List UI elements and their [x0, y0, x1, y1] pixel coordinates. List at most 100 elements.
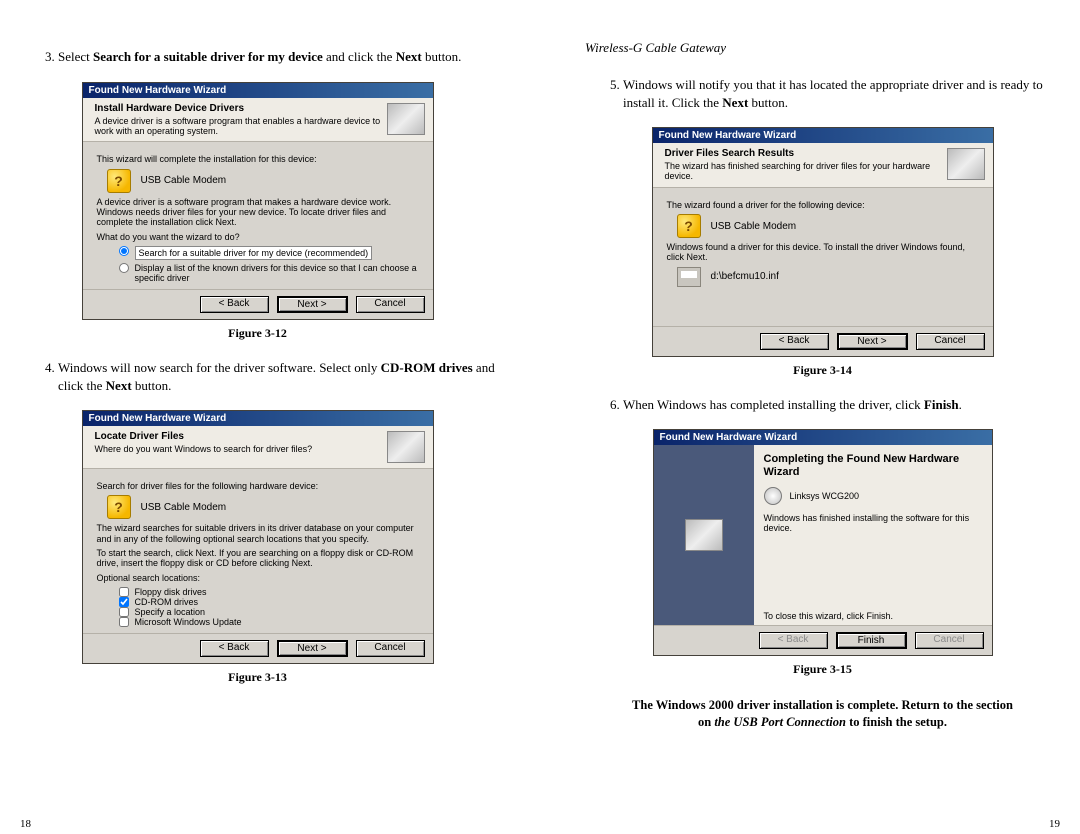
dialog-title: Found New Hardware Wizard	[653, 128, 993, 143]
device-name: USB Cable Modem	[711, 221, 797, 232]
banner-sub: The wizard has finished searching for dr…	[665, 161, 941, 182]
hardware-icon	[387, 103, 425, 135]
figure-caption: Figure 3-12	[20, 326, 495, 341]
checkbox-input[interactable]	[119, 597, 129, 607]
question-icon: ?	[107, 495, 131, 519]
banner-heading: Locate Driver Files	[95, 431, 381, 442]
dialog-fig-3-14: Found New Hardware Wizard Driver Files S…	[652, 127, 994, 356]
next-button[interactable]: Next >	[837, 333, 908, 350]
text-bold: Next	[106, 378, 132, 393]
question-icon: ?	[677, 214, 701, 238]
next-button[interactable]: Next >	[277, 296, 348, 313]
hardware-icon	[685, 519, 723, 551]
dialog-title: Found New Hardware Wizard	[654, 430, 992, 445]
text: To close this wizard, click Finish.	[764, 611, 982, 621]
note-text-italic: the USB Port Connection	[714, 715, 846, 729]
text: Select	[58, 49, 93, 64]
check-label: Floppy disk drives	[135, 587, 207, 597]
text: Windows has finished installing the soft…	[764, 513, 982, 533]
back-button[interactable]: < Back	[200, 296, 269, 313]
checkbox-input[interactable]	[119, 607, 129, 617]
radio-input[interactable]	[119, 263, 129, 273]
cancel-button[interactable]: Cancel	[356, 640, 425, 657]
running-header: Wireless-G Cable Gateway	[585, 40, 1060, 56]
check-label: Specify a location	[135, 607, 206, 617]
dialog-fig-3-15: Found New Hardware Wizard Completing the…	[653, 429, 993, 656]
dialog-banner: Locate Driver Files Where do you want Wi…	[83, 426, 433, 469]
wizard-side-graphic	[654, 445, 754, 625]
radio-search-driver[interactable]: Search for a suitable driver for my devi…	[119, 246, 419, 260]
text: Windows will now search for the driver s…	[58, 360, 381, 375]
check-label: Microsoft Windows Update	[135, 617, 242, 627]
dialog-title: Found New Hardware Wizard	[83, 411, 433, 426]
text: A device driver is a software program th…	[97, 197, 419, 228]
check-cdrom[interactable]: CD-ROM drives	[119, 597, 419, 607]
text-bold: Next	[722, 95, 748, 110]
banner-sub: Where do you want Windows to search for …	[95, 444, 381, 454]
check-label: CD-ROM drives	[135, 597, 199, 607]
figure-caption: Figure 3-13	[20, 670, 495, 685]
text: button.	[132, 378, 172, 393]
text: Optional search locations:	[97, 573, 419, 583]
text: The wizard found a driver for the follow…	[667, 200, 979, 210]
check-floppy[interactable]: Floppy disk drives	[119, 587, 419, 597]
cancel-button[interactable]: Cancel	[356, 296, 425, 313]
completion-note: The Windows 2000 driver installation is …	[585, 697, 1060, 731]
banner-heading: Driver Files Search Results	[665, 148, 941, 159]
text: This wizard will complete the installati…	[97, 154, 419, 164]
check-specify[interactable]: Specify a location	[119, 607, 419, 617]
text: button.	[422, 49, 462, 64]
back-button[interactable]: < Back	[760, 333, 829, 350]
floppy-icon	[677, 267, 701, 287]
dialog-fig-3-12: Found New Hardware Wizard Install Hardwa…	[82, 82, 434, 320]
checkbox-input[interactable]	[119, 617, 129, 627]
finish-button[interactable]: Finish	[836, 632, 907, 649]
text: and click the	[323, 49, 396, 64]
text: Search for driver files for the followin…	[97, 481, 419, 491]
figure-caption: Figure 3-14	[585, 363, 1060, 378]
hardware-icon	[947, 148, 985, 180]
note-text: to finish the setup.	[846, 715, 947, 729]
step-6: When Windows has completed installing th…	[623, 396, 1060, 414]
driver-path: d:\befcmu10.inf	[711, 271, 779, 282]
check-winupdate[interactable]: Microsoft Windows Update	[119, 617, 419, 627]
cancel-button[interactable]: Cancel	[916, 333, 985, 350]
text-bold: CD-ROM drives	[381, 360, 473, 375]
text-bold: Search for a suitable driver for my devi…	[93, 49, 323, 64]
checkbox-input[interactable]	[119, 587, 129, 597]
text: To start the search, click Next. If you …	[97, 548, 419, 569]
text: What do you want the wizard to do?	[97, 232, 419, 242]
radio-input[interactable]	[119, 246, 129, 256]
banner-sub: A device driver is a software program th…	[95, 116, 381, 137]
step-3: Select Search for a suitable driver for …	[58, 48, 495, 66]
step-4: Windows will now search for the driver s…	[58, 359, 495, 394]
text: Windows found a driver for this device. …	[667, 242, 979, 263]
text: button.	[748, 95, 788, 110]
text-bold: Next	[396, 49, 422, 64]
page-number: 19	[1049, 818, 1060, 830]
step-5: Windows will notify you that it has loca…	[623, 76, 1060, 111]
text: When Windows has completed installing th…	[623, 397, 924, 412]
cancel-button: Cancel	[915, 632, 984, 649]
radio-label: Display a list of the known drivers for …	[135, 263, 419, 283]
text: The wizard searches for suitable drivers…	[97, 523, 419, 544]
note-line1: The Windows 2000 driver installation is …	[585, 697, 1060, 714]
note-text: on	[698, 715, 714, 729]
device-name: USB Cable Modem	[141, 175, 227, 186]
radio-display-list[interactable]: Display a list of the known drivers for …	[119, 263, 419, 283]
page-number: 18	[20, 818, 31, 830]
text-bold: Finish	[924, 397, 959, 412]
figure-caption: Figure 3-15	[585, 662, 1060, 677]
dialog-fig-3-13: Found New Hardware Wizard Locate Driver …	[82, 410, 434, 664]
back-button[interactable]: < Back	[200, 640, 269, 657]
device-icon	[764, 487, 782, 505]
next-button[interactable]: Next >	[277, 640, 348, 657]
device-name: USB Cable Modem	[141, 502, 227, 513]
dialog-banner: Driver Files Search Results The wizard h…	[653, 143, 993, 188]
wizard-heading: Completing the Found New Hardware Wizard	[764, 453, 982, 479]
dialog-banner: Install Hardware Device Drivers A device…	[83, 98, 433, 143]
device-name: Linksys WCG200	[790, 491, 860, 501]
text: Windows will notify you that it has loca…	[623, 77, 1043, 110]
back-button: < Back	[759, 632, 828, 649]
banner-heading: Install Hardware Device Drivers	[95, 103, 381, 114]
